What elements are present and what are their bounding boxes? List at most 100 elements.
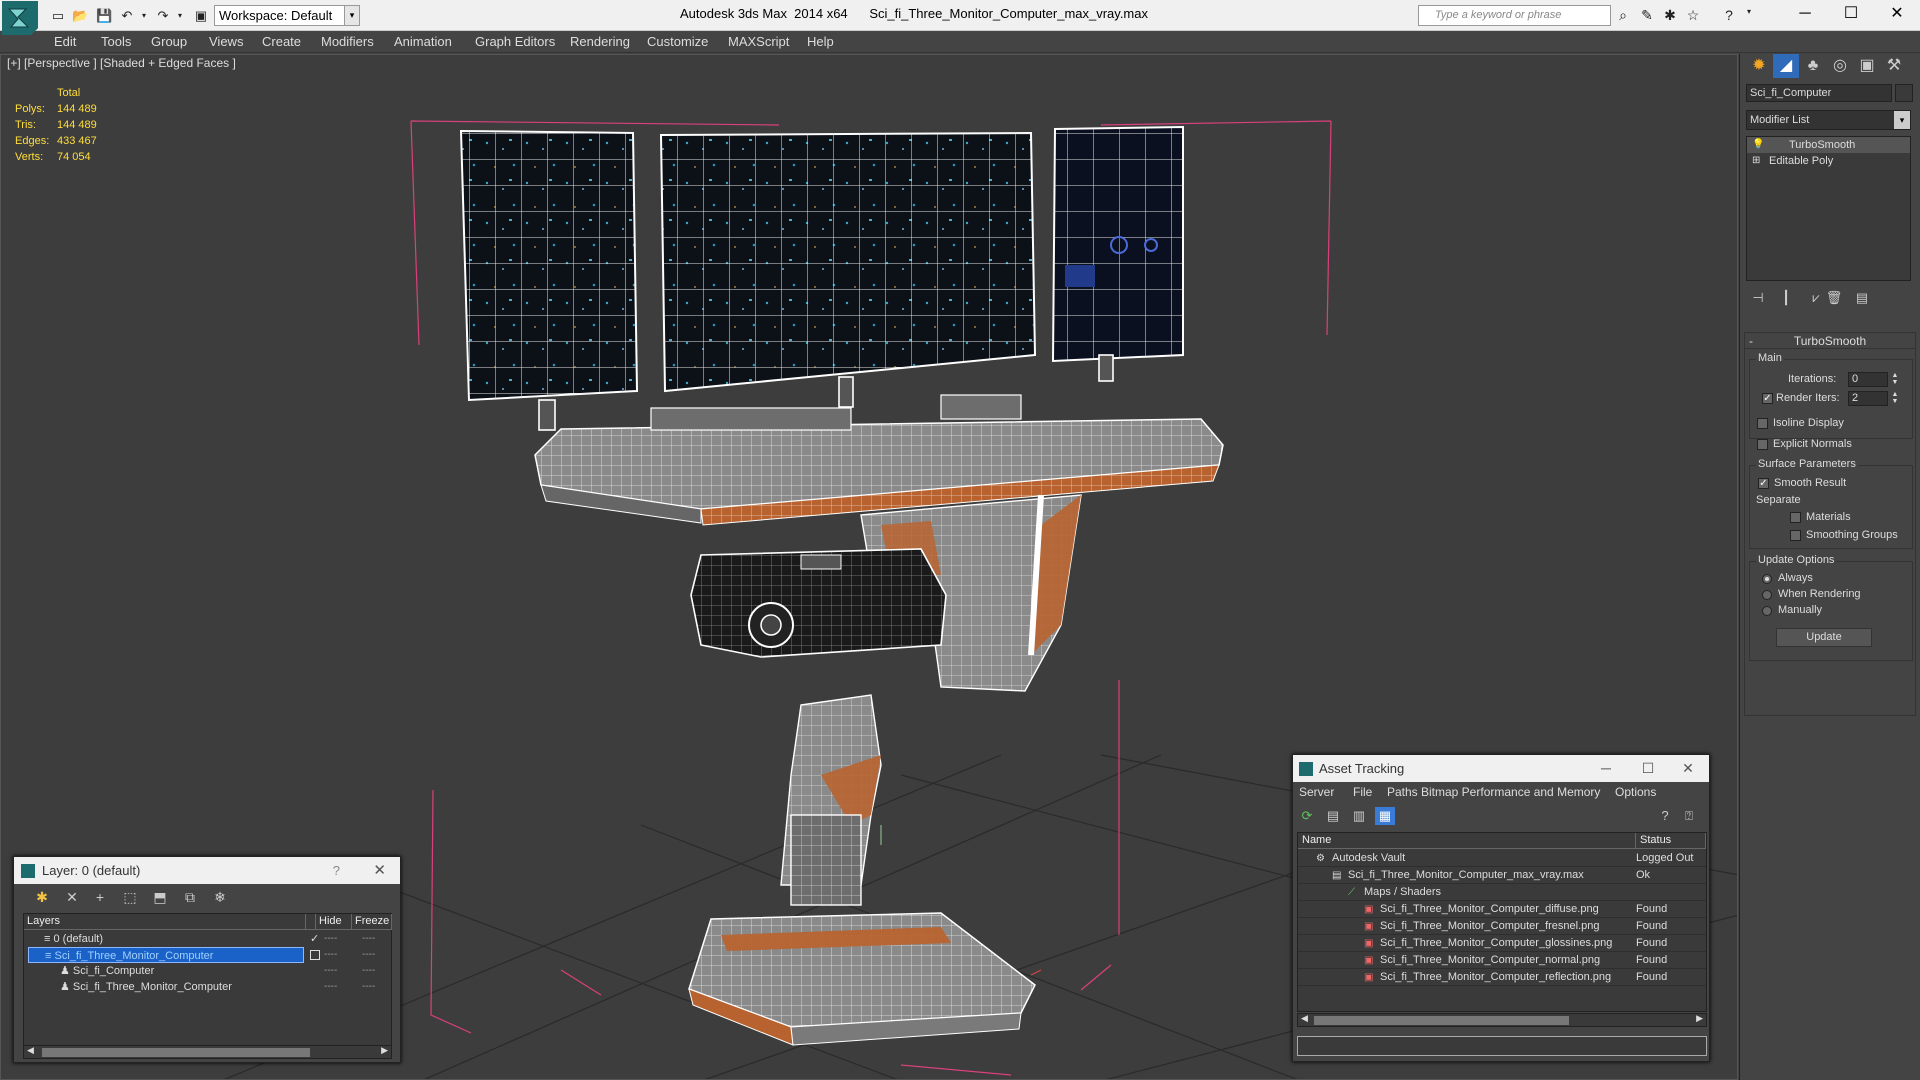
show-end-result-icon[interactable]: ┃	[1776, 290, 1796, 306]
undo-icon[interactable]: ↶	[119, 8, 135, 23]
help-button[interactable]: ?	[333, 857, 340, 884]
modify-tab-icon[interactable]: ◢	[1773, 54, 1799, 78]
smooth-result-checkbox[interactable]: ✓	[1758, 478, 1769, 489]
utilities-tab-icon[interactable]: ⚒	[1881, 54, 1907, 78]
help-icon[interactable]: ?	[1720, 7, 1738, 23]
new-file-icon[interactable]: ▭	[50, 8, 66, 23]
list-view-icon[interactable]: ▤	[1323, 807, 1343, 825]
menu-animation[interactable]: Animation	[394, 34, 452, 49]
asset-row[interactable]: ▤ Sci_fi_Three_Monitor_Computer_max_vray.…	[1298, 867, 1706, 884]
layer-row[interactable]: ♟ Sci_fi_Three_Monitor_Computer ---- ---…	[24, 979, 391, 995]
menu-help[interactable]: Help	[807, 34, 834, 49]
maximize-icon[interactable]: ☐	[1828, 2, 1874, 26]
scroll-right-icon[interactable]: ▶	[381, 1045, 388, 1056]
menu-group[interactable]: Group	[151, 34, 187, 49]
delete-layer-icon[interactable]: ✕	[62, 889, 82, 906]
asset-menu-server[interactable]: Server	[1299, 782, 1334, 802]
layer-row[interactable]: ♟ Sci_fi_Computer ---- ----	[24, 963, 391, 979]
asset-menu-paths[interactable]: Paths	[1387, 782, 1418, 802]
column-header-hide[interactable]: Hide	[316, 914, 352, 930]
close-icon[interactable]: ✕	[1874, 2, 1920, 26]
account-icon[interactable]: ✱	[1661, 7, 1679, 24]
grid-view-icon[interactable]: ▦	[1375, 807, 1395, 825]
update-always-radio[interactable]	[1762, 574, 1772, 584]
redo-dropdown-icon[interactable]: ▾	[172, 8, 188, 23]
asset-row[interactable]: ▣ Sci_fi_Three_Monitor_Computer_reflectio…	[1298, 969, 1706, 986]
asset-row[interactable]: ▣ Sci_fi_Three_Monitor_Computer_glossines…	[1298, 935, 1706, 952]
make-current-box-icon[interactable]	[310, 950, 320, 960]
stack-item-turbosmooth[interactable]: 💡 TurboSmooth	[1747, 137, 1910, 153]
isoline-display-checkbox[interactable]	[1757, 418, 1768, 429]
menu-tools[interactable]: Tools	[101, 34, 131, 49]
asset-menu-options[interactable]: Options	[1615, 782, 1656, 802]
menu-graph-editors[interactable]: Graph Editors	[475, 34, 555, 49]
workspace-menu-button[interactable]: ▾	[344, 5, 360, 26]
separate-materials-checkbox[interactable]	[1790, 512, 1801, 523]
remove-modifier-icon[interactable]: 🗑	[1824, 290, 1844, 306]
viewport-label[interactable]: [+] [Perspective ] [Shaded + Edged Faces…	[7, 56, 236, 70]
maximize-icon[interactable]: ☐	[1633, 755, 1663, 782]
select-objects-icon[interactable]: ⬚	[120, 889, 140, 906]
explicit-normals-checkbox[interactable]	[1757, 439, 1768, 450]
communication-center-icon[interactable]: ✎	[1638, 7, 1656, 24]
asset-menu-bitmap-performance[interactable]: Bitmap Performance and Memory	[1421, 782, 1600, 802]
column-header-layers[interactable]: Layers	[24, 914, 306, 930]
pin-stack-icon[interactable]: ⊣	[1748, 290, 1768, 306]
update-button[interactable]: Update	[1776, 628, 1872, 647]
search-input[interactable]: Type a keyword or phrase	[1418, 5, 1611, 26]
scroll-left-icon[interactable]: ◀	[27, 1045, 34, 1056]
open-file-icon[interactable]: 📂	[72, 8, 88, 23]
modifier-list-dropdown[interactable]: Modifier List ▾	[1746, 110, 1911, 130]
separate-smoothing-groups-checkbox[interactable]	[1790, 530, 1801, 541]
scrollbar-thumb[interactable]	[1314, 1016, 1569, 1025]
freeze-all-layers-icon[interactable]: ❄	[210, 889, 230, 906]
create-layer-icon[interactable]: ✱	[32, 889, 52, 906]
close-icon[interactable]: ✕	[373, 857, 386, 884]
workspace-dropdown[interactable]: Workspace: Default ▾	[214, 5, 359, 26]
column-header-freeze[interactable]: Freeze	[352, 914, 392, 930]
binoculars-icon[interactable]: ⌕	[1614, 7, 1632, 24]
turbosmooth-rollout-header[interactable]: - TurboSmooth	[1745, 333, 1915, 349]
menu-views[interactable]: Views	[209, 34, 243, 49]
layer-row-selected[interactable]: ≡ Sci_fi_Three_Monitor_Computer ---- ---…	[24, 947, 391, 963]
make-unique-icon[interactable]: ⩗	[1806, 290, 1826, 306]
object-name-field[interactable]: Sci_fi_Computer	[1746, 84, 1892, 102]
lightbulb-icon[interactable]: 💡	[1752, 137, 1764, 153]
minimize-icon[interactable]: ─	[1782, 2, 1828, 26]
scroll-left-icon[interactable]: ◀	[1301, 1013, 1308, 1024]
hierarchy-tab-icon[interactable]: ♣	[1800, 54, 1826, 78]
hide-all-layers-icon[interactable]: ⧉	[180, 889, 200, 906]
redo-icon[interactable]: ↷	[155, 8, 171, 23]
menu-create[interactable]: Create	[262, 34, 301, 49]
create-tab-icon[interactable]: ✹	[1746, 54, 1772, 78]
layer-row[interactable]: ≡ 0 (default) ✓ ---- ----	[24, 931, 391, 947]
render-iters-spinner[interactable]: 2 ▲ ▼	[1848, 391, 1898, 406]
update-manually-radio[interactable]	[1762, 606, 1772, 616]
highlight-layer-icon[interactable]: ⬒	[150, 889, 170, 906]
asset-menu-file[interactable]: File	[1353, 782, 1372, 802]
current-layer-check-icon[interactable]: ✓	[310, 931, 319, 947]
asset-row[interactable]: ⟋ Maps / Shaders	[1298, 884, 1706, 901]
stack-item-editable-poly[interactable]: ⊞ Editable Poly	[1747, 153, 1910, 169]
horizontal-scrollbar[interactable]: ◀ ▶	[1297, 1013, 1707, 1027]
help-icon[interactable]: ?	[1655, 807, 1675, 825]
column-header-name[interactable]: Name	[1298, 833, 1636, 849]
display-tab-icon[interactable]: ▣	[1854, 54, 1880, 78]
favorites-star-icon[interactable]: ☆	[1684, 7, 1702, 24]
app-logo-icon[interactable]	[2, 1, 38, 35]
minimize-icon[interactable]: ─	[1591, 755, 1621, 782]
undo-dropdown-icon[interactable]: ▾	[136, 8, 152, 23]
save-file-icon[interactable]: 💾	[96, 8, 112, 23]
expand-plus-icon[interactable]: ⊞	[1752, 153, 1760, 169]
close-icon[interactable]: ✕	[1673, 755, 1703, 782]
table-view-icon[interactable]: ▥	[1349, 807, 1369, 825]
refresh-icon[interactable]: ⟳	[1297, 807, 1317, 825]
asset-row[interactable]: ⚙ Autodesk Vault Logged Out	[1298, 850, 1706, 867]
menu-rendering[interactable]: Rendering	[570, 34, 630, 49]
asset-row[interactable]: ▣ Sci_fi_Three_Monitor_Computer_normal.pn…	[1298, 952, 1706, 969]
scrollbar-thumb[interactable]	[42, 1048, 310, 1057]
menu-maxscript[interactable]: MAXScript	[728, 34, 789, 49]
add-to-layer-icon[interactable]: +	[90, 889, 110, 905]
asset-path-status-field[interactable]	[1297, 1036, 1707, 1056]
render-iters-checkbox[interactable]: ✓	[1762, 393, 1773, 404]
